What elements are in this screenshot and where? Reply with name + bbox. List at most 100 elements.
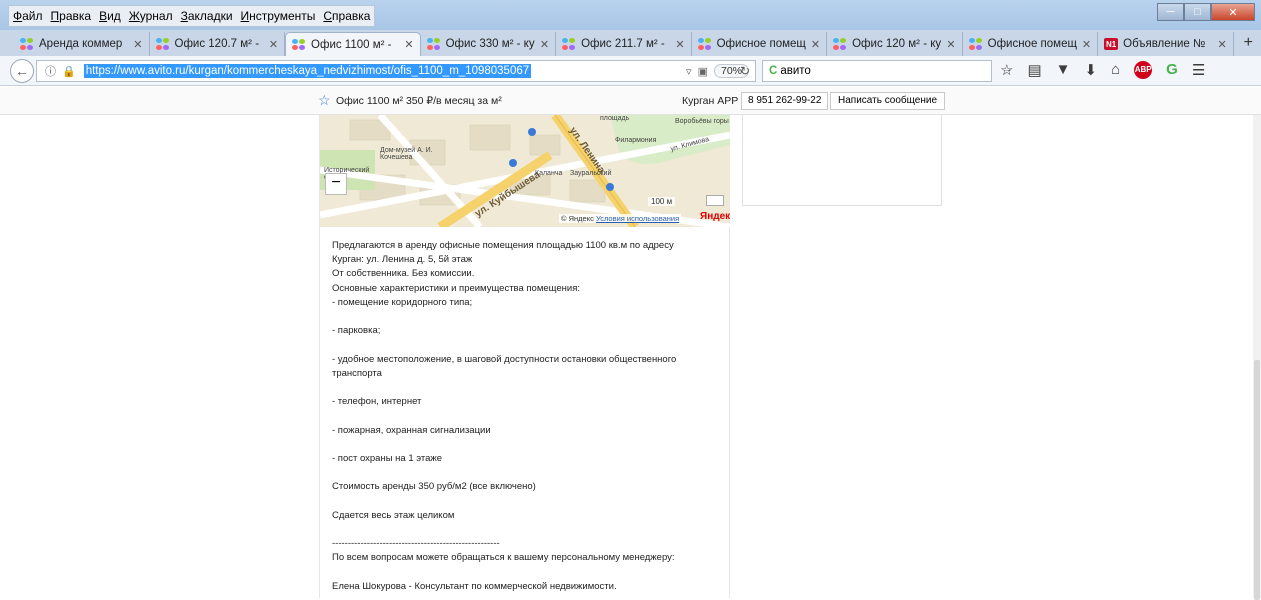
sidebar-box: [742, 115, 942, 206]
desc-line: - удобное местоположение, в шаговой дост…: [332, 353, 677, 365]
new-tab-button[interactable]: +: [1234, 34, 1261, 56]
desc-line: Елена Шокурова - Консультант по коммерче…: [332, 580, 617, 592]
desc-line: Сдается весь этаж целиком: [332, 509, 455, 521]
avito-icon: [697, 38, 712, 50]
bookmarks-list-icon[interactable]: ▤: [1027, 61, 1041, 79]
desc-line: [332, 566, 722, 580]
maximize-button[interactable]: □: [1184, 3, 1211, 21]
toolbar-icons: ☆ ▤ ▼ ⬇ ⌂ ABP G ☰: [1000, 61, 1205, 79]
back-button[interactable]: ←: [10, 59, 34, 83]
menu-view[interactable]: Вид: [95, 6, 125, 26]
tab-6[interactable]: Офис 120 м² - ку ✕: [827, 32, 963, 56]
page-scrollbar[interactable]: [1253, 115, 1261, 600]
desc-line: - пожарная, охранная сигнализации: [332, 424, 491, 436]
avito-icon: [833, 38, 847, 50]
avito-icon: [968, 38, 983, 50]
desc-line: Стоимость аренды 350 руб/м2 (все включен…: [332, 481, 536, 493]
url-text[interactable]: https://www.avito.ru/kurgan/kommercheska…: [83, 64, 532, 78]
menu-bar: Файл Правка Вид Журнал Закладки Инструме…: [8, 5, 376, 27]
close-window-button[interactable]: ✕: [1211, 3, 1255, 21]
desc-line: - телефон, интернет: [332, 396, 422, 408]
tab-bar: Аренда коммер ✕ Офис 120.7 м² - ✕ Офис 110…: [0, 30, 1261, 56]
n1-icon: N1: [1104, 38, 1119, 50]
desc-line: [332, 381, 722, 395]
tab-3[interactable]: Офис 330 м² - ку ✕: [421, 32, 557, 56]
minimize-button[interactable]: ─: [1157, 3, 1184, 21]
map-label-museum: Дом-музей А. И. Кочешева: [380, 147, 433, 161]
yandex-map[interactable]: ул. Куйбышева ул. Ленина ул. Климова пло…: [320, 115, 730, 227]
window-titlebar: Файл Правка Вид Журнал Закладки Инструме…: [0, 0, 1261, 30]
tab-close-icon[interactable]: ✕: [1217, 38, 1226, 51]
scrollbar-thumb[interactable]: [1254, 360, 1260, 600]
menu-file[interactable]: Файл: [9, 6, 47, 26]
map-terms-link[interactable]: Условия использования: [596, 214, 679, 223]
reader-icon[interactable]: ▣: [698, 65, 708, 78]
tab-close-icon[interactable]: ✕: [1082, 38, 1091, 51]
map-label-vorobyovy: Воробьёвы горы: [675, 118, 729, 125]
map-label-square: площадь: [600, 115, 630, 122]
tab-2-active[interactable]: Офис 1100 м² - ✕: [285, 32, 421, 56]
map-copyright: © Яндекс Условия использования: [559, 214, 682, 223]
tab-8[interactable]: N1 Объявление № ✕: [1098, 32, 1234, 56]
tab-0[interactable]: Аренда коммер ✕: [14, 32, 150, 56]
avito-icon: [562, 38, 576, 50]
menu-tools[interactable]: Инструменты: [237, 6, 320, 26]
tab-5[interactable]: Офисное помещ ✕: [692, 32, 828, 56]
desc-line: По всем вопросам можете обращаться к ваш…: [332, 552, 675, 564]
tab-7[interactable]: Офисное помещ ✕: [963, 32, 1099, 56]
desc-line: ----------------------------------------…: [332, 538, 500, 550]
desc-line: От собственника. Без комиссии.: [332, 268, 475, 280]
desc-line: - пост охраны на 1 этаже: [332, 453, 443, 465]
write-message-button[interactable]: Написать сообщение: [830, 92, 946, 110]
map-zoom-out-button[interactable]: −: [325, 173, 347, 195]
tab-close-icon[interactable]: ✕: [946, 38, 955, 51]
tab-close-icon[interactable]: ✕: [540, 38, 549, 51]
tab-close-icon[interactable]: ✕: [675, 38, 684, 51]
tab-close-icon[interactable]: ✕: [404, 38, 413, 51]
menu-bookmarks[interactable]: Закладки: [177, 6, 237, 26]
menu-edit[interactable]: Правка: [47, 6, 96, 26]
desc-line: Курган: ул. Ленина д. 5, 5й этаж: [332, 254, 473, 266]
avito-icon: [292, 38, 306, 51]
tab-4[interactable]: Офис 211.7 м² - ✕: [556, 32, 692, 56]
phone-button[interactable]: 8 951 262-99-22: [741, 92, 829, 110]
desc-line: Предлагаются в аренду офисные помещения …: [332, 240, 674, 251]
listing-description: Предлагаются в аренду офисные помещения …: [332, 239, 722, 594]
seller-name[interactable]: Курган АРР: [682, 95, 738, 107]
avito-icon: [155, 38, 170, 50]
reload-icon[interactable]: ↻: [740, 64, 750, 78]
download-icon[interactable]: ⬇: [1085, 61, 1098, 79]
desc-line: [332, 409, 722, 423]
desc-line: [332, 495, 722, 509]
search-input[interactable]: C авито →: [762, 60, 1013, 82]
menu-hamburger-icon[interactable]: ☰: [1192, 61, 1205, 79]
home-icon[interactable]: ⌂: [1111, 61, 1120, 79]
info-icon[interactable]: ⓘ: [45, 63, 56, 79]
tab-close-icon[interactable]: ✕: [811, 38, 820, 51]
lock-icon[interactable]: 🔒: [62, 65, 76, 78]
menu-history[interactable]: Журнал: [125, 6, 177, 26]
avito-icon: [426, 38, 441, 50]
map-scale: 100 м: [648, 197, 676, 206]
extension-icon[interactable]: G: [1166, 61, 1178, 79]
desc-line: [332, 466, 722, 480]
dropdown-icon[interactable]: ▿: [686, 65, 692, 78]
favorite-star-icon[interactable]: ☆: [318, 92, 331, 109]
map-ruler-icon[interactable]: [706, 195, 724, 206]
tab-close-icon[interactable]: ✕: [133, 38, 142, 51]
window-controls: ─ □ ✕: [1157, 3, 1255, 21]
menu-help[interactable]: Справка: [319, 6, 374, 26]
map-label-philharmonic: Филармония: [615, 137, 657, 144]
avito-icon: [20, 38, 34, 50]
pocket-icon[interactable]: ▼: [1056, 61, 1071, 79]
search-engine-icon: C: [769, 65, 778, 77]
tab-1[interactable]: Офис 120.7 м² - ✕: [150, 32, 286, 56]
desc-line: [332, 338, 722, 352]
bookmark-star-icon[interactable]: ☆: [1000, 61, 1013, 79]
tab-close-icon[interactable]: ✕: [269, 38, 278, 51]
desc-line: [332, 523, 722, 537]
url-bar[interactable]: ⓘ 🔒 https://www.avito.ru/kurgan/kommerch…: [36, 60, 756, 82]
adblock-icon[interactable]: ABP: [1134, 61, 1153, 79]
map-label-kalanna: Каланча: [535, 170, 563, 177]
map-label-zauralsky: Зауральский: [570, 170, 612, 177]
